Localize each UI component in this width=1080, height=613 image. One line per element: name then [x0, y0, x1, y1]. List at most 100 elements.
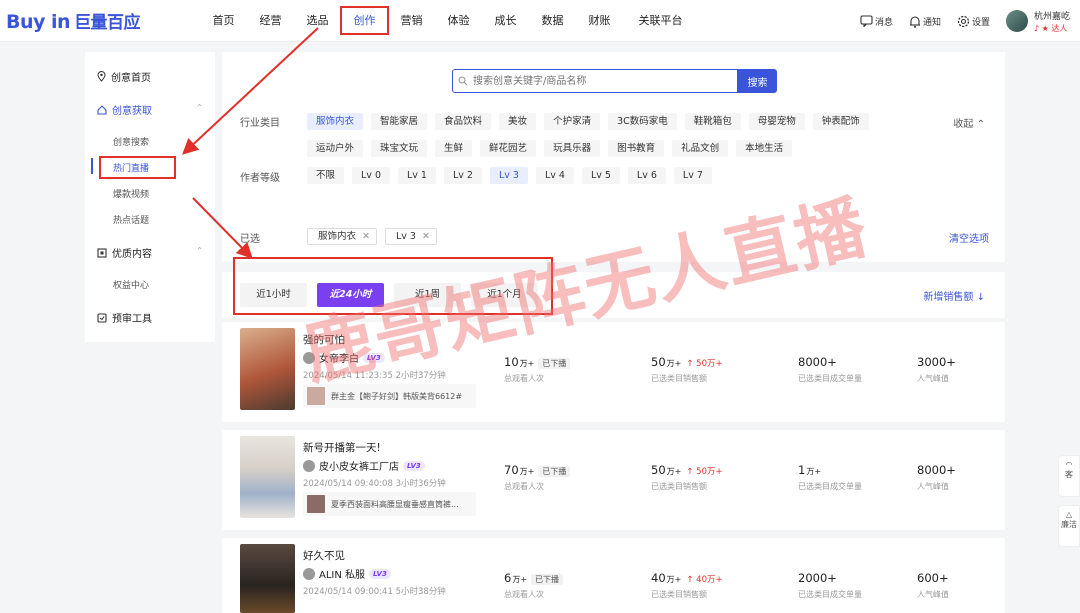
level-badge: LV3 — [403, 460, 425, 471]
live-thumbnail[interactable] — [240, 544, 295, 613]
industry-chip[interactable]: 3C数码家电 — [608, 113, 677, 130]
level-badge: LV3 — [363, 352, 385, 363]
bell-icon — [909, 15, 920, 28]
user-avatar[interactable] — [1005, 10, 1028, 32]
level-chip[interactable]: Lv 4 — [535, 167, 574, 184]
product-info[interactable]: 群主金【鲍子好剑】韩版美背6612# — [303, 384, 476, 408]
arrow-down-icon: ↓ — [976, 292, 985, 303]
live-card[interactable]: 强的可怕 女帝李白 LV3 2024/05/14 11:23:35 2小时37分钟… — [222, 322, 1005, 422]
float-integrity-button[interactable]: △ 廉洁 — [1058, 505, 1080, 547]
chevron-up-icon: ⌃ — [976, 119, 985, 130]
industry-row-1: 服饰内衣 智能家居 食品饮料 美妆 个护家清 3C数码家电 鞋靴箱包 母婴宠物 … — [307, 113, 877, 130]
live-card[interactable]: 新号开播第一天! 皮小皮女裤工厂店 LV3 2024/05/14 09:40:08… — [222, 430, 1005, 530]
product-info[interactable]: 夏季西装面料高腰显瘦垂感直筒裤... — [303, 492, 476, 516]
sidebar-active-indicator — [91, 158, 93, 174]
selected-chip[interactable]: Lv 3 ✕ — [384, 228, 437, 245]
nav-growth[interactable]: 成长 — [482, 0, 529, 42]
status-badge: 已下播 — [531, 574, 564, 585]
industry-chip[interactable]: 鲜花园艺 — [480, 140, 537, 157]
live-thumbnail[interactable] — [240, 328, 295, 410]
float-service-button[interactable]: ◠ 客 — [1058, 455, 1080, 497]
industry-chip[interactable]: 服饰内衣 — [307, 113, 364, 130]
sidebar-sub-benefits[interactable]: 权益中心 — [113, 278, 149, 291]
chevron-up-icon[interactable]: ⌃ — [196, 246, 203, 255]
nav-marketing[interactable]: 营销 — [388, 0, 435, 42]
filter-panel: 搜索 行业类目 服饰内衣 智能家居 食品饮料 美妆 个护家清 3C数码家电 鞋靴… — [222, 52, 1005, 262]
industry-chip[interactable]: 钟表配饰 — [812, 113, 869, 130]
messages-button[interactable]: 消息 — [860, 15, 893, 28]
selected-filters: 服饰内衣 ✕ Lv 3 ✕ — [307, 228, 445, 245]
live-title[interactable]: 新号开播第一天! — [303, 440, 381, 455]
industry-chip[interactable]: 图书教育 — [608, 140, 665, 157]
author[interactable]: ALIN 私服 LV3 — [303, 566, 391, 581]
sidebar-item-review[interactable]: 预审工具 — [97, 310, 152, 325]
level-chip[interactable]: Lv 6 — [627, 167, 666, 184]
live-thumbnail[interactable] — [240, 436, 295, 518]
industry-chip[interactable]: 本地生活 — [736, 140, 793, 157]
sidebar-sub-hot-topic[interactable]: 热点话题 — [113, 213, 149, 226]
industry-row-2: 运动户外 珠宝文玩 生鲜 鲜花园艺 玩具乐器 图书教育 礼品文创 本地生活 — [307, 140, 800, 157]
nav-linked-platforms[interactable]: 关联平台 — [623, 0, 698, 42]
annotation-box-tabs — [233, 257, 553, 315]
industry-chip[interactable]: 生鲜 — [435, 140, 473, 157]
sidebar-sub-hot-video[interactable]: 爆款视频 — [113, 187, 149, 200]
sort-new-sales[interactable]: 新增销售额 ↓ — [923, 288, 985, 303]
industry-chip[interactable]: 鞋靴箱包 — [684, 113, 741, 130]
message-icon — [860, 15, 873, 27]
user-info[interactable]: 杭州嘉屹 ♪ ★ 达人 — [1034, 9, 1070, 34]
nav-finance[interactable]: 财账 — [576, 0, 623, 42]
settings-button[interactable]: 设置 — [957, 15, 990, 28]
annotation-box-nav — [340, 6, 389, 35]
industry-chip[interactable]: 礼品文创 — [672, 140, 729, 157]
industry-chip[interactable]: 玩具乐器 — [544, 140, 601, 157]
username: 杭州嘉屹 — [1033, 11, 1070, 22]
live-time: 2024/05/14 09:40:08 3小时36分钟 — [303, 479, 446, 489]
search-button[interactable]: 搜索 — [738, 69, 777, 93]
chevron-up-icon[interactable]: ⌃ — [196, 103, 203, 112]
nav-business[interactable]: 经营 — [247, 0, 294, 42]
industry-chip[interactable]: 母婴宠物 — [748, 113, 805, 130]
sidebar-item-quality[interactable]: 优质内容 — [97, 245, 152, 260]
arrow-up-icon: ↑ — [686, 359, 694, 369]
industry-chip[interactable]: 珠宝文玩 — [371, 140, 428, 157]
industry-chip[interactable]: 美妆 — [499, 113, 537, 130]
notify-button[interactable]: 通知 — [909, 15, 941, 28]
nav-experience[interactable]: 体验 — [435, 0, 482, 42]
author[interactable]: 皮小皮女裤工厂店 LV3 — [303, 458, 425, 473]
industry-chip[interactable]: 智能家居 — [371, 113, 428, 130]
level-chip[interactable]: Lv 1 — [398, 167, 436, 184]
close-icon[interactable]: ✕ — [362, 231, 370, 242]
nav-selection[interactable]: 选品 — [294, 0, 341, 42]
level-chip[interactable]: Lv 7 — [673, 167, 712, 184]
live-card[interactable]: 好久不见 ALIN 私服 LV3 2024/05/14 09:00:41 5小时3… — [222, 538, 1005, 613]
stat-orders: 1 万+ 已选类目成交单量 — [798, 463, 862, 491]
search-input[interactable] — [452, 69, 738, 93]
logo[interactable]: Buy in 巨量百应 — [6, 8, 141, 33]
clear-filters-button[interactable]: 清空选项 — [949, 230, 989, 245]
level-chip[interactable]: Lv 5 — [581, 167, 620, 184]
gear-icon — [957, 15, 970, 27]
nav-home[interactable]: 首页 — [200, 0, 247, 42]
live-title[interactable]: 好久不见 — [303, 548, 345, 563]
sidebar-item-home[interactable]: 创意首页 — [97, 69, 151, 84]
industry-chip[interactable]: 个护家清 — [544, 113, 601, 130]
close-icon[interactable]: ✕ — [422, 231, 430, 242]
level-chip[interactable]: 不限 — [307, 167, 345, 184]
stat-views: 70 万+ 已下播 总观看人次 — [504, 463, 571, 492]
sidebar-item-acquire[interactable]: 创意获取 — [97, 102, 152, 117]
stat-sales: 50 万+ ↑ 50万+ 已选类目销售额 — [651, 463, 723, 491]
level-chip[interactable]: Lv 0 — [352, 167, 390, 184]
level-chip[interactable]: Lv 3 — [489, 167, 528, 184]
stat-sales: 40 万+ ↑ 40万+ 已选类目销售额 — [651, 571, 723, 599]
author[interactable]: 女帝李白 LV3 — [303, 350, 385, 365]
industry-chip[interactable]: 食品饮料 — [435, 113, 492, 130]
level-label: 作者等级 — [240, 173, 280, 184]
image-icon — [97, 247, 107, 258]
collapse-button[interactable]: 收起 ⌃ — [953, 115, 985, 130]
industry-chip[interactable]: 运动户外 — [307, 140, 364, 157]
nav-data[interactable]: 数据 — [529, 0, 576, 42]
sidebar-sub-search[interactable]: 创意搜索 — [113, 135, 149, 148]
level-chip[interactable]: Lv 2 — [443, 167, 482, 184]
selected-chip[interactable]: 服饰内衣 ✕ — [307, 228, 377, 245]
live-title[interactable]: 强的可怕 — [303, 332, 345, 347]
